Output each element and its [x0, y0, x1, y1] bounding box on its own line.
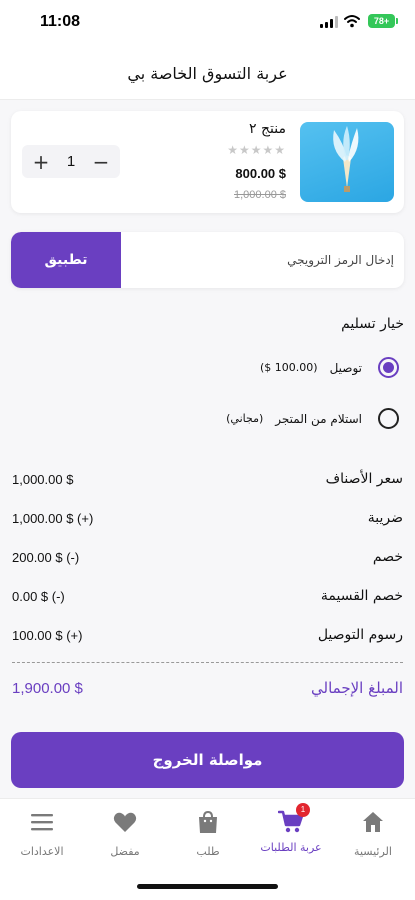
summary-divider [12, 662, 403, 663]
coupon-box: تطبيق [11, 232, 404, 288]
nav-item-home[interactable]: الرئيسية [333, 809, 413, 858]
status-time: 11:08 [40, 13, 81, 30]
delivery-option-delivery[interactable]: توصيل (100.00 $) [260, 357, 399, 378]
nav-item-cart[interactable]: 1 عربة الطلبات [251, 803, 331, 854]
promo-code-input[interactable] [127, 232, 394, 288]
summary-value: 1,000.00 $ (+) [12, 511, 94, 526]
radio-selected[interactable] [378, 357, 399, 378]
summary-row-delivery-fee: رسوم التوصيل 100.00 $ (+) [12, 627, 403, 647]
cart-item-card: منتج ٢ ★★★★★ 800.00 $ 1,000.00 $ + 1 − [11, 111, 404, 213]
checkout-button[interactable]: مواصلة الخروج [11, 732, 404, 788]
home-indicator [137, 884, 278, 889]
total-label: المبلغ الإجمالي [311, 679, 403, 697]
rating-stars: ★★★★★ [227, 143, 286, 157]
nav-label: الرئيسية [354, 845, 392, 858]
cart-icon-wrapper: 1 [277, 803, 310, 835]
total-value: 1,900.00 $ [12, 680, 83, 697]
pickup-option-label: استلام من المتجر [275, 411, 362, 426]
summary-row-items-price: سعر الأصناف 1,000.00 $ [12, 471, 403, 491]
wifi-icon [344, 15, 360, 28]
battery-icon: 78+ [368, 14, 398, 28]
product-image [300, 122, 394, 202]
summary-value: 1,000.00 $ [12, 472, 74, 487]
nav-label: عربة الطلبات [260, 841, 322, 854]
product-name: منتج ٢ [249, 121, 286, 137]
shopping-bag-icon [199, 810, 217, 833]
signal-icon [320, 16, 338, 28]
quantity-stepper: + 1 − [22, 145, 120, 178]
candle-icon [333, 126, 359, 192]
pickup-option-price: (مجاني) [226, 412, 264, 425]
apply-coupon-button[interactable]: تطبيق [11, 232, 121, 288]
nav-item-orders[interactable]: طلب [168, 809, 248, 858]
summary-row-coupon-discount: خصم القسيمة 0.00 $ (-) [12, 588, 403, 608]
delivery-option-pickup[interactable]: استلام من المتجر (مجاني) [226, 408, 399, 429]
status-bar: 11:08 78+ [0, 0, 415, 46]
nav-label: مفضل [110, 845, 140, 858]
summary-value: 0.00 $ (-) [12, 589, 65, 604]
menu-icon [31, 814, 53, 831]
product-price: 800.00 $ [235, 166, 286, 181]
page-title: عربة التسوق الخاصة بي [127, 64, 288, 83]
summary-value: 200.00 $ (-) [12, 550, 80, 565]
delivery-section-title: خيار تسليم [341, 316, 404, 332]
nav-item-settings[interactable]: الاعدادات [2, 809, 82, 858]
nav-label: الاعدادات [20, 845, 64, 858]
cart-badge: 1 [296, 803, 310, 817]
heart-icon [113, 812, 137, 832]
nav-item-favorites[interactable]: مفضل [85, 809, 165, 858]
nav-label: طلب [196, 845, 220, 858]
summary-label: سعر الأصناف [325, 471, 403, 487]
summary-row-discount: خصم 200.00 $ (-) [12, 549, 403, 569]
quantity-value: 1 [66, 153, 76, 170]
app-header: عربة التسوق الخاصة بي [0, 46, 415, 100]
summary-label: رسوم التوصيل [317, 627, 403, 643]
delivery-option-price: (100.00 $) [259, 361, 318, 374]
product-old-price: 1,000.00 $ [234, 189, 286, 201]
summary-label: خصم القسيمة [320, 588, 403, 604]
summary-row-tax: ضريبة 1,000.00 $ (+) [12, 510, 403, 530]
delivery-option-label: توصيل [329, 360, 362, 375]
radio-unselected[interactable] [378, 408, 399, 429]
summary-label: ضريبة [367, 510, 403, 526]
summary-label: خصم [372, 549, 403, 565]
summary-value: 100.00 $ (+) [12, 628, 83, 643]
decrement-button[interactable]: − [92, 152, 110, 172]
home-icon [363, 812, 383, 832]
increment-button[interactable]: + [32, 152, 50, 172]
